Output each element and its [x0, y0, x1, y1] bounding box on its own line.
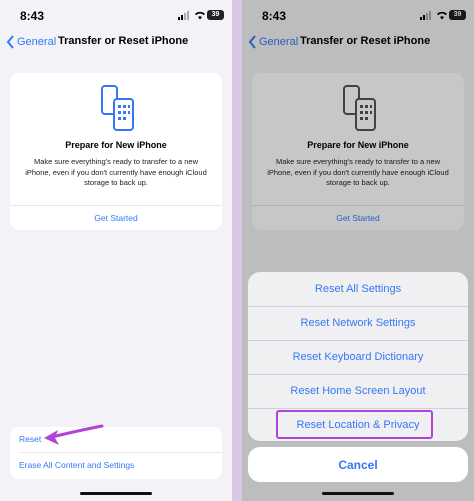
- status-bar: 8:43 39: [0, 0, 232, 30]
- get-started-button[interactable]: Get Started: [10, 213, 222, 223]
- nav-bar: General Transfer or Reset iPhone: [0, 30, 232, 54]
- page-title: Transfer or Reset iPhone: [58, 35, 189, 47]
- card-title: Prepare for New iPhone: [65, 140, 167, 150]
- left-screen: 8:43 39 General Transfer or Reset iPhone…: [0, 0, 232, 501]
- home-indicator: [80, 492, 152, 495]
- reset-all-settings-button[interactable]: Reset All Settings: [248, 272, 468, 306]
- back-button[interactable]: General: [6, 33, 56, 51]
- battery-icon: 39: [207, 10, 224, 20]
- erase-all-button[interactable]: Erase All Content and Settings: [19, 460, 134, 470]
- status-time: 8:43: [20, 9, 45, 23]
- prepare-card: Prepare for New iPhone Make sure everyth…: [10, 73, 222, 230]
- reset-button[interactable]: Reset: [19, 434, 41, 444]
- reset-action-sheet: Reset All Settings Reset Network Setting…: [248, 272, 468, 441]
- divider: [10, 205, 222, 206]
- reset-home-screen-layout-button[interactable]: Reset Home Screen Layout: [248, 374, 468, 408]
- chevron-left-icon: [6, 35, 14, 49]
- reset-keyboard-dictionary-button[interactable]: Reset Keyboard Dictionary: [248, 340, 468, 374]
- wifi-icon: [195, 11, 205, 20]
- reset-network-settings-button[interactable]: Reset Network Settings: [248, 306, 468, 340]
- arrow-annotation-icon: [44, 424, 104, 445]
- cancel-button[interactable]: Cancel: [248, 447, 468, 482]
- two-phones-icon: [101, 85, 134, 131]
- home-indicator: [322, 492, 394, 495]
- screen-divider: [232, 0, 242, 501]
- divider: [19, 452, 222, 453]
- cellular-signal-icon: [178, 11, 189, 20]
- right-screen: 8:43 39 General Transfer or Reset iPhone…: [242, 0, 474, 501]
- card-description: Make sure everything's ready to transfer…: [25, 157, 207, 187]
- back-label: General: [17, 36, 57, 48]
- reset-location-privacy-button[interactable]: Reset Location & Privacy: [248, 408, 468, 441]
